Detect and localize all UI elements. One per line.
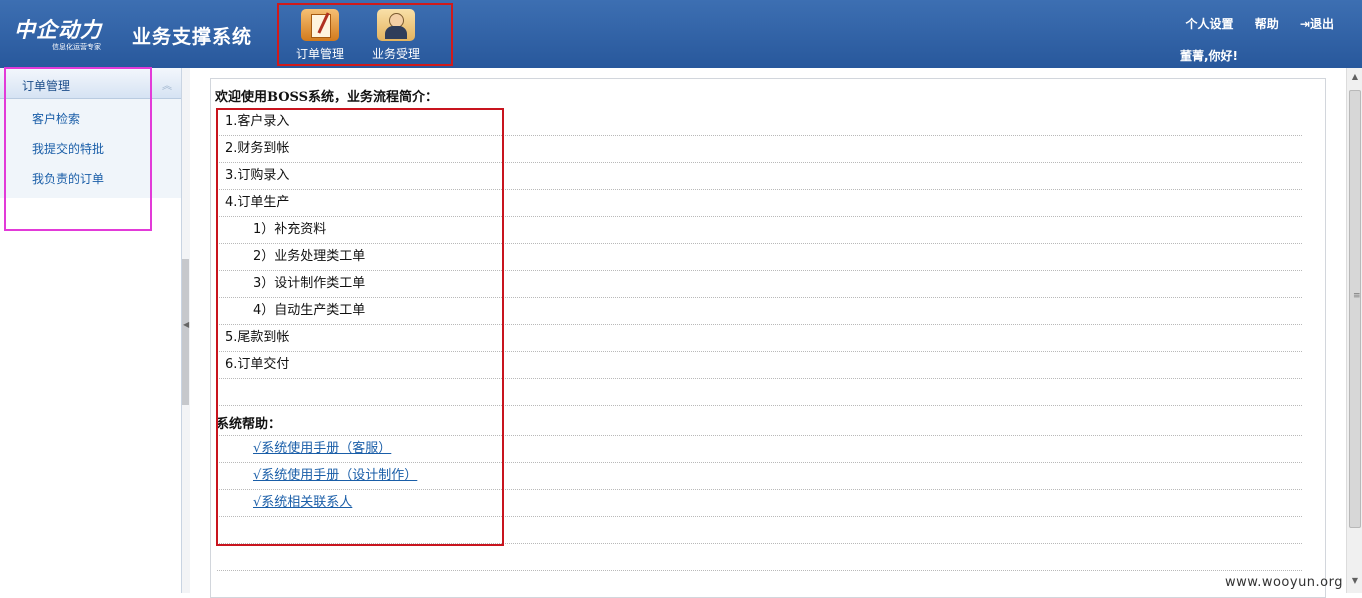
grip-icon: ≡ (1353, 291, 1361, 301)
logout-link[interactable]: ⇥退出 (1300, 17, 1334, 31)
nav-order-label: 订单管理 (295, 47, 344, 61)
settings-link[interactable]: 个人设置 (1186, 17, 1234, 31)
top-nav-highlight: 订单管理 业务受理 (277, 3, 453, 66)
scroll-thumb[interactable]: ≡ (1349, 90, 1361, 528)
logo-tagline: 信息化运营专家 (52, 43, 101, 51)
intro-heading: 欢迎使用BOSS系统，业务流程简介： (215, 90, 439, 105)
logout-icon: ⇥ (1299, 17, 1310, 31)
system-title: 业务支撑系统 (132, 26, 253, 48)
nav-business-service[interactable]: 业务受理 (361, 9, 431, 62)
scroll-down-icon[interactable]: ▼ (1349, 576, 1361, 590)
service-agent-icon (377, 9, 415, 41)
scroll-up-icon[interactable]: ▲ (1349, 72, 1361, 86)
vertical-scrollbar[interactable]: ▲ ≡ ▼ (1346, 68, 1362, 593)
splitter-handle[interactable] (182, 259, 189, 405)
row-divider (217, 570, 1302, 571)
chevron-up-icon[interactable]: ︽ (162, 77, 172, 92)
nav-order-management[interactable]: 订单管理 (285, 9, 355, 62)
nav-business-label: 业务受理 (371, 47, 420, 61)
user-greeting: 董菁,你好! (1180, 49, 1239, 63)
company-logo: 中企动力 信息化运营专家 (14, 12, 124, 56)
content-highlight (216, 108, 504, 546)
sidebar-highlight (4, 67, 152, 231)
order-book-icon (301, 9, 339, 41)
app-header: 中企动力 信息化运营专家 业务支撑系统 订单管理 业务受理 个人设置 帮助 ⇥退… (0, 0, 1362, 68)
watermark: www.wooyun.org (1225, 575, 1344, 590)
help-link[interactable]: 帮助 (1255, 17, 1279, 31)
collapse-arrow-icon[interactable]: ◀ (183, 320, 189, 329)
logo-script: 中企动力 (14, 17, 102, 42)
user-links: 个人设置 帮助 ⇥退出 (1169, 15, 1334, 32)
